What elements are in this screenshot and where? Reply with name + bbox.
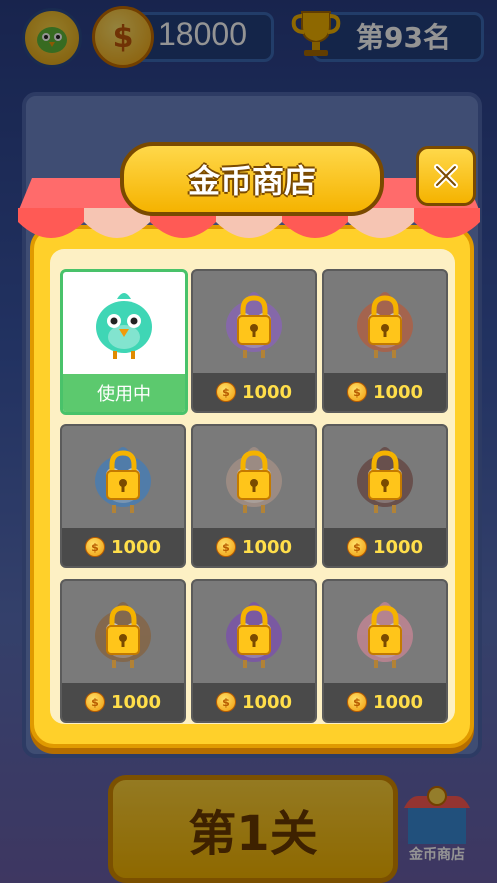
coin-icon: $ bbox=[84, 692, 105, 712]
bird-icon bbox=[357, 292, 413, 358]
coin-icon: $ bbox=[215, 537, 236, 557]
bird-art bbox=[324, 426, 446, 526]
bird-art bbox=[63, 272, 185, 372]
price-value: 1000 bbox=[372, 691, 424, 713]
awning-scallop bbox=[18, 208, 84, 238]
bird-icon bbox=[357, 447, 413, 513]
status-label: 使用中 bbox=[97, 384, 151, 405]
price-tag: $1000 bbox=[62, 683, 184, 721]
price-value: 1000 bbox=[241, 536, 293, 558]
close-icon bbox=[434, 164, 458, 188]
bird-art bbox=[193, 426, 315, 526]
modal-title: 金币商店 bbox=[120, 142, 384, 216]
bird-art bbox=[324, 581, 446, 681]
bird-card-pink-bird[interactable]: $1000 bbox=[322, 579, 448, 723]
coin-icon: $ bbox=[346, 382, 367, 402]
bird-card-sparrow-bird[interactable]: $1000 bbox=[191, 424, 317, 568]
price-tag: $1000 bbox=[193, 528, 315, 566]
close-button[interactable] bbox=[416, 146, 476, 206]
bird-card-violet-bird[interactable]: $1000 bbox=[191, 579, 317, 723]
coin-icon: $ bbox=[346, 692, 367, 712]
price-tag: $1000 bbox=[193, 683, 315, 721]
bird-art bbox=[324, 271, 446, 371]
coin-icon: $ bbox=[84, 537, 105, 557]
bird-icon bbox=[226, 602, 282, 668]
coin-icon: $ bbox=[215, 692, 236, 712]
price-value: 1000 bbox=[110, 691, 162, 713]
price-tag: $1000 bbox=[324, 683, 446, 721]
shop-modal: 使用中 $1000 $ 1000 $ 1000 $ 1000 $ 1000 $ … bbox=[30, 225, 474, 748]
bird-icon bbox=[226, 447, 282, 513]
bird-icon bbox=[96, 293, 152, 359]
price-tag: $1000 bbox=[193, 373, 315, 411]
price-value: 1000 bbox=[372, 536, 424, 558]
bird-art bbox=[193, 581, 315, 681]
bird-art bbox=[62, 426, 184, 526]
bird-card-purple-bird[interactable]: $1000 bbox=[191, 269, 317, 413]
price-value: 1000 bbox=[241, 381, 293, 403]
bird-icon bbox=[226, 292, 282, 358]
bird-icon bbox=[95, 447, 151, 513]
bird-art bbox=[193, 271, 315, 371]
awning-scallop bbox=[414, 208, 480, 238]
bird-art bbox=[62, 581, 184, 681]
shop-panel: 使用中 $1000 $ 1000 $ 1000 $ 1000 $ 1000 $ … bbox=[50, 249, 455, 724]
price-value: 1000 bbox=[372, 381, 424, 403]
price-tag: $1000 bbox=[324, 528, 446, 566]
in-use-status: 使用中 bbox=[63, 374, 185, 412]
coin-icon: $ bbox=[215, 382, 236, 402]
coin-icon: $ bbox=[346, 537, 367, 557]
bird-card-teal-bird[interactable]: 使用中 bbox=[60, 269, 188, 415]
price-value: 1000 bbox=[110, 536, 162, 558]
bird-card-brown-bird[interactable]: $1000 bbox=[60, 579, 186, 723]
price-value: 1000 bbox=[241, 691, 293, 713]
price-tag: $1000 bbox=[62, 528, 184, 566]
bird-icon bbox=[95, 602, 151, 668]
bird-icon bbox=[357, 602, 413, 668]
price-tag: $1000 bbox=[324, 373, 446, 411]
bird-card-dark-bird[interactable]: $1000 bbox=[322, 424, 448, 568]
bird-card-blue-bird[interactable]: $1000 bbox=[60, 424, 186, 568]
bird-card-red-bird[interactable]: $1000 bbox=[322, 269, 448, 413]
